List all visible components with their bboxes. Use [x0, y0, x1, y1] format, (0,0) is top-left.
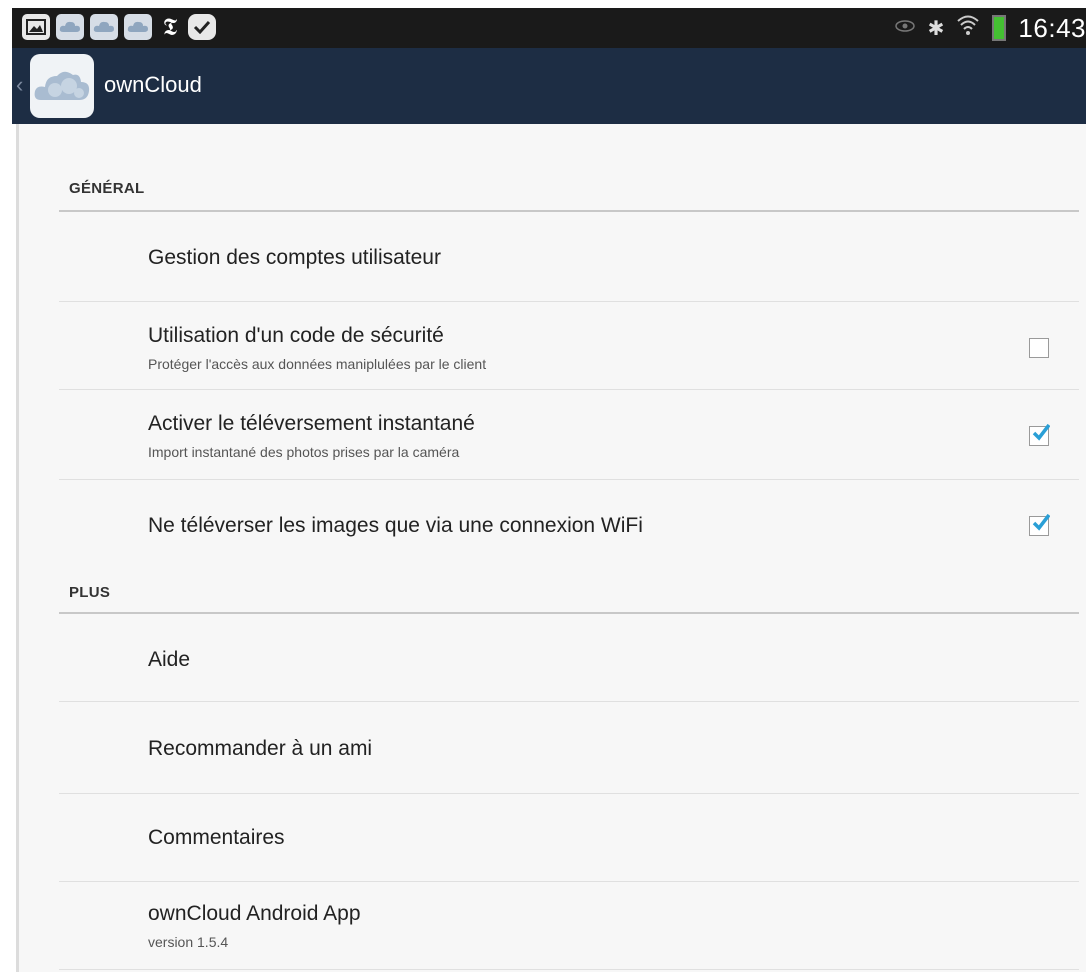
wifi-icon — [956, 14, 980, 42]
pref-manage-accounts[interactable]: Gestion des comptes utilisateur — [59, 212, 1079, 302]
cloud-icon — [56, 14, 84, 40]
action-bar: ‹ ownCloud — [12, 48, 1086, 124]
clock: 16:43 — [1018, 12, 1086, 43]
pref-instant-upload[interactable]: Activer le téléversement instantané Impo… — [59, 390, 1079, 480]
pref-summary: Protéger l'accès aux données maniplulées… — [148, 356, 487, 372]
nyt-icon: 𝕿 — [162, 13, 178, 41]
security-code-checkbox[interactable] — [1029, 338, 1049, 358]
pref-title: Aide — [148, 648, 191, 671]
pref-app-version[interactable]: ownCloud Android App version 1.5.4 — [59, 882, 1079, 970]
eye-icon — [894, 17, 916, 40]
system-icons: ✱ 16:43 — [894, 8, 1086, 48]
cloud-icon — [124, 14, 152, 40]
section-header-general: GÉNÉRAL — [69, 180, 145, 197]
pref-title: ownCloud Android App — [148, 902, 361, 925]
wifi-only-checkbox[interactable] — [1029, 513, 1050, 536]
pref-security-code[interactable]: Utilisation d'un code de sécurité Protég… — [59, 302, 1079, 390]
bluetooth-icon: ✱ — [927, 17, 945, 40]
pref-recommend[interactable]: Recommander à un ami — [59, 702, 1079, 794]
pref-title: Gestion des comptes utilisateur — [148, 246, 441, 269]
gallery-icon — [22, 14, 50, 40]
pref-wifi-only-upload[interactable]: Ne téléverser les images que via une con… — [59, 480, 1079, 570]
checkmark-icon — [1032, 423, 1050, 441]
pref-feedback[interactable]: Commentaires — [59, 794, 1079, 882]
preferences-list: GÉNÉRAL Gestion des comptes utilisateur … — [16, 124, 1086, 972]
pref-summary: version 1.5.4 — [148, 934, 229, 950]
instant-upload-checkbox[interactable] — [1029, 423, 1050, 446]
app-title: ownCloud — [104, 72, 202, 97]
pref-summary: Import instantané des photos prises par … — [148, 444, 460, 460]
pref-title: Utilisation d'un code de sécurité — [148, 324, 444, 347]
pref-title: Recommander à un ami — [148, 737, 373, 760]
pref-title: Ne téléverser les images que via une con… — [148, 514, 643, 537]
battery-icon — [992, 15, 1007, 41]
row-divider — [59, 969, 1079, 970]
back-chevron-icon[interactable]: ‹ — [16, 72, 23, 98]
owncloud-logo-icon[interactable] — [30, 54, 94, 118]
status-bar: 𝕿 ✱ 16:43 — [12, 8, 1086, 48]
section-header-plus: PLUS — [69, 584, 111, 601]
pref-title: Commentaires — [148, 826, 285, 849]
checkmark-icon — [1032, 513, 1050, 531]
check-icon — [188, 14, 216, 40]
pref-help[interactable]: Aide — [59, 614, 1079, 702]
pref-title: Activer le téléversement instantané — [148, 412, 475, 435]
cloud-icon — [90, 14, 118, 40]
notification-icons: 𝕿 — [22, 13, 216, 41]
